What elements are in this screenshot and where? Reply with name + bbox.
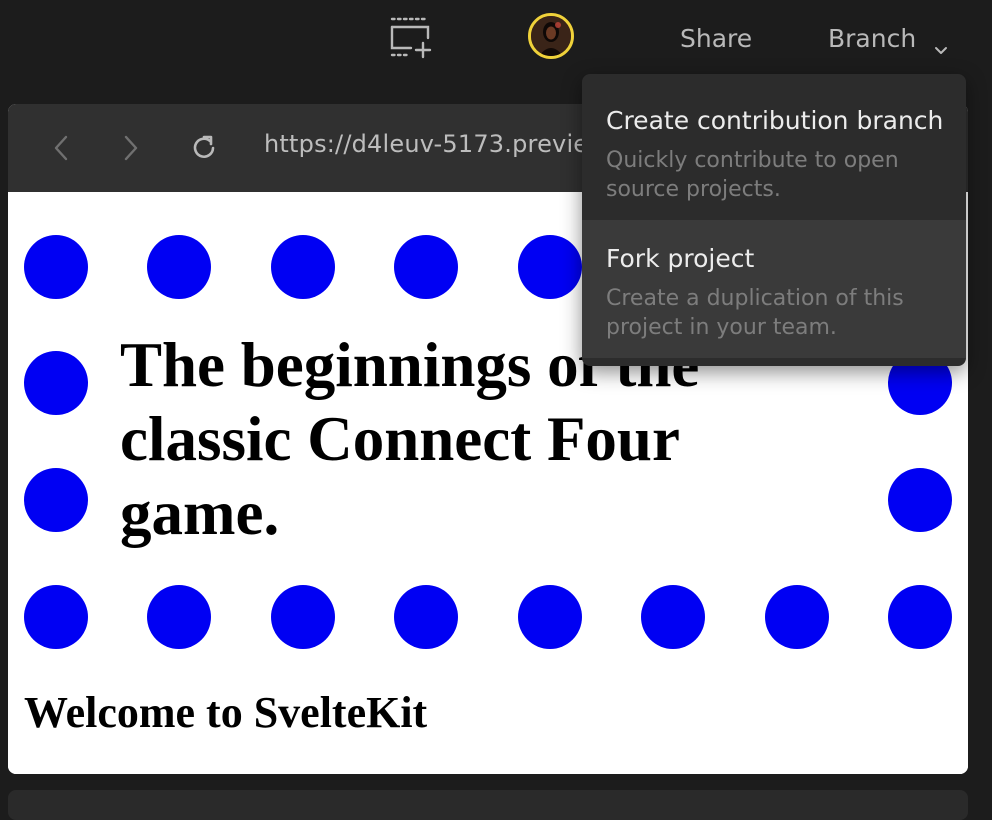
menu-item-fork-project[interactable]: Fork project Create a duplication of thi… bbox=[582, 220, 966, 358]
board-dot bbox=[147, 235, 211, 299]
board-dot bbox=[765, 585, 829, 649]
menu-item-description: Create a duplication of this project in … bbox=[606, 286, 904, 340]
board-dot bbox=[394, 235, 458, 299]
forward-arrow-icon[interactable] bbox=[114, 132, 146, 164]
board-dot bbox=[271, 585, 335, 649]
board-dot bbox=[394, 585, 458, 649]
board-dot bbox=[24, 468, 88, 532]
back-arrow-icon[interactable] bbox=[46, 132, 78, 164]
board-dot bbox=[888, 585, 952, 649]
menu-item-description: Quickly contribute to open source projec… bbox=[606, 148, 899, 202]
menu-item-create-contribution-branch[interactable]: Create contribution branch Quickly contr… bbox=[582, 74, 966, 220]
share-button[interactable]: Share bbox=[680, 22, 752, 56]
menu-item-title: Create contribution branch bbox=[606, 106, 944, 135]
menu-item-title: Fork project bbox=[606, 244, 755, 273]
user-avatar[interactable] bbox=[528, 13, 574, 59]
board-dot bbox=[518, 235, 582, 299]
board-dot bbox=[24, 585, 88, 649]
add-screen-icon[interactable] bbox=[387, 15, 433, 61]
board-dot bbox=[271, 235, 335, 299]
board-dot bbox=[518, 585, 582, 649]
chevron-down-icon bbox=[934, 32, 948, 54]
branch-dropdown-button[interactable]: Branch bbox=[828, 22, 948, 56]
reload-icon[interactable] bbox=[188, 132, 220, 164]
page-subheading: Welcome to SvelteKit bbox=[24, 688, 428, 737]
bottom-panel-edge bbox=[8, 790, 968, 820]
board-dot bbox=[147, 585, 211, 649]
board-dot bbox=[24, 351, 88, 415]
top-toolbar: Share Branch bbox=[0, 0, 992, 80]
url-text[interactable]: https://d4leuv-5173.previe bbox=[264, 130, 588, 158]
board-dot bbox=[24, 235, 88, 299]
branch-dropdown-menu: Create contribution branch Quickly contr… bbox=[582, 74, 966, 366]
board-dot bbox=[641, 585, 705, 649]
board-dot bbox=[888, 468, 952, 532]
branch-label: Branch bbox=[828, 24, 917, 53]
